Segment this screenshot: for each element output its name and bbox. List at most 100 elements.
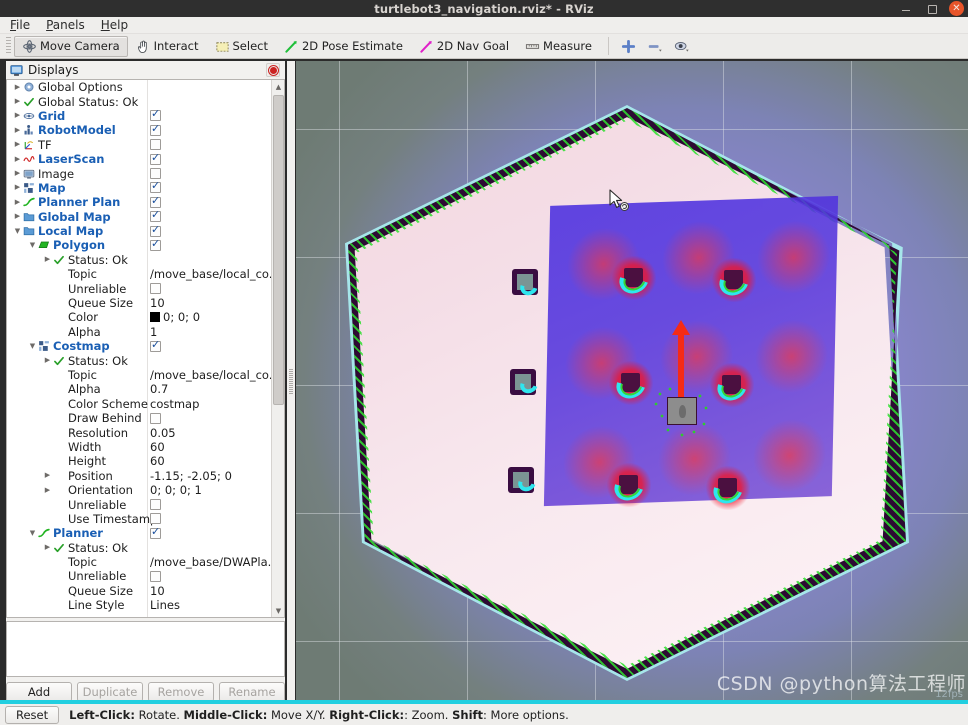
tree-item-checkbox[interactable] [150, 123, 161, 136]
tree-item-value[interactable]: 10 [150, 584, 165, 598]
tree-item-checkbox[interactable] [150, 513, 161, 525]
tree-row-status-ok[interactable]: ▶ Status: Ok [7, 253, 271, 267]
tree-item-value[interactable]: 10 [150, 296, 165, 310]
tree-row-map[interactable]: ▶ Map [7, 180, 271, 195]
tree-item-value[interactable]: -1.15; -2.05; 0 [150, 469, 232, 483]
chevron-right-icon[interactable]: ▶ [43, 486, 52, 494]
tree-row-queue-size[interactable]: Queue Size 10 [7, 296, 271, 310]
tree-row-status-ok[interactable]: ▶ Status: Ok [7, 541, 271, 555]
tree-row-grid[interactable]: ▶ Grid [7, 108, 271, 123]
tree-row-unreliable[interactable]: Unreliable [7, 497, 271, 512]
plus-icon[interactable] [621, 39, 636, 54]
chevron-right-icon[interactable]: ▶ [13, 98, 22, 105]
tree-item-checkbox[interactable] [150, 224, 161, 237]
tree-row-color-scheme[interactable]: Color Scheme costmap [7, 397, 271, 411]
tree-row-robotmodel[interactable]: ▶ RobotModel [7, 123, 271, 137]
add-button[interactable]: Add [6, 682, 72, 702]
chevron-right-icon[interactable]: ▶ [13, 170, 22, 177]
tree-item-checkbox[interactable] [150, 108, 161, 122]
close-displays-panel-button[interactable] [266, 63, 280, 77]
tree-row-planner-plan[interactable]: ▶ Planner Plan [7, 195, 271, 209]
tree-row-alpha[interactable]: Alpha 0.7 [7, 382, 271, 396]
render-viewport[interactable]: CSDN @python算法工程师 12fps [296, 61, 968, 702]
tree-item-value[interactable]: 0; 0; 0; 1 [150, 483, 202, 497]
tree-row-color[interactable]: Color 0; 0; 0 [7, 310, 271, 324]
tree-row-local-map[interactable]: ▼ Local Map [7, 224, 271, 238]
tree-item-checkbox[interactable] [150, 168, 161, 180]
tree-item-value[interactable]: 60 [150, 454, 165, 468]
tree-item-checkbox[interactable] [150, 499, 161, 511]
tree-item-checkbox[interactable] [150, 180, 161, 194]
scroll-up-icon[interactable]: ▲ [272, 80, 284, 93]
close-window-button[interactable]: ✕ [949, 1, 964, 16]
tool-select[interactable]: Select [207, 36, 276, 57]
tree-item-checkbox[interactable] [150, 526, 161, 539]
tree-item-checkbox[interactable] [150, 195, 161, 208]
tree-row-global-options[interactable]: ▶ Global Options [7, 80, 271, 94]
chevron-down-icon[interactable]: ▼ [13, 227, 22, 235]
displays-tree[interactable]: ▶ Global Options ▶ Global Status: Ok ▶ Grid ▶ R… [7, 80, 271, 617]
tree-item-value[interactable]: /move_base/local_co... [150, 267, 271, 281]
menu-file[interactable]: FFileile [10, 18, 30, 32]
tree-item-checkbox[interactable] [150, 139, 161, 151]
tree-item-value[interactable]: 60 [150, 440, 165, 454]
toolbar-drag-handle[interactable] [6, 37, 11, 55]
tree-row-global-status-ok[interactable]: ▶ Global Status: Ok [7, 94, 271, 109]
panel-splitter[interactable] [287, 61, 295, 702]
tree-item-color-value[interactable]: 0; 0; 0 [150, 310, 200, 324]
chevron-right-icon[interactable]: ▶ [13, 141, 22, 148]
focus-camera-icon[interactable] [674, 39, 690, 54]
chevron-right-icon[interactable]: ▶ [43, 472, 52, 479]
tree-row-topic[interactable]: Topic/move_base/DWAPla... [7, 555, 271, 569]
chevron-right-icon[interactable]: ▶ [13, 112, 22, 119]
reset-button[interactable]: Reset [5, 705, 60, 724]
tool-2d-nav-goal[interactable]: 2D Nav Goal [411, 36, 517, 57]
tree-row-height[interactable]: Height 60 [7, 454, 271, 468]
chevron-right-icon[interactable]: ▶ [13, 198, 22, 206]
tree-row-status-ok[interactable]: ▶ Status: Ok [7, 353, 271, 368]
tool-2d-pose-estimate[interactable]: 2D Pose Estimate [276, 36, 411, 57]
tree-row-orientation[interactable]: ▶ Orientation 0; 0; 0; 1 [7, 483, 271, 497]
chevron-right-icon[interactable]: ▶ [43, 256, 52, 263]
tree-row-polygon[interactable]: ▼ Polygon [7, 238, 271, 252]
tool-measure[interactable]: Measure [517, 36, 600, 57]
tree-row-costmap[interactable]: ▼ Costmap [7, 339, 271, 353]
tree-row-topic[interactable]: Topic/move_base/local_co... [7, 267, 271, 281]
tree-row-topic[interactable]: Topic/move_base/local_co... [7, 368, 271, 382]
tree-item-value[interactable]: 1 [150, 325, 157, 339]
menu-help[interactable]: Help [101, 18, 128, 32]
menu-panels[interactable]: Panels [46, 18, 85, 32]
tree-row-image[interactable]: ▶ Image [7, 166, 271, 181]
scrollbar-thumb[interactable] [273, 95, 284, 405]
displays-tree-scrollbar[interactable]: ▲ ▼ [271, 80, 284, 617]
tree-item-value[interactable]: Lines [150, 598, 180, 612]
tree-item-checkbox[interactable] [150, 570, 161, 582]
chevron-down-icon[interactable]: ▼ [28, 342, 37, 350]
maximize-button[interactable] [924, 2, 938, 16]
tree-row-use-timestamp[interactable]: Use Timestamp [7, 512, 271, 526]
tree-item-checkbox[interactable] [150, 339, 161, 352]
tree-row-planner[interactable]: ▼ Planner [7, 526, 271, 540]
tree-row-laserscan[interactable]: ▶ LaserScan [7, 152, 271, 166]
tree-row-line-style[interactable]: Line Style Lines [7, 598, 271, 612]
minimize-button[interactable] [899, 2, 913, 16]
tree-item-checkbox[interactable] [150, 238, 161, 251]
tool-interact[interactable]: Interact [128, 36, 207, 57]
tree-item-value[interactable]: 0.7 [150, 382, 168, 396]
tool-move-camera[interactable]: Move Camera [14, 35, 128, 57]
tree-row-position[interactable]: ▶ Position -1.15; -2.05; 0 [7, 469, 271, 483]
tree-item-value[interactable]: 0.05 [150, 426, 176, 440]
minus-icon[interactable] [647, 39, 663, 54]
chevron-right-icon[interactable]: ▶ [13, 83, 22, 91]
tree-item-value[interactable]: /move_base/local_co... [150, 368, 271, 382]
tree-item-checkbox[interactable] [150, 283, 161, 295]
chevron-right-icon[interactable]: ▶ [13, 155, 22, 163]
chevron-down-icon[interactable]: ▼ [28, 241, 37, 249]
tree-row-width[interactable]: Width 60 [7, 440, 271, 454]
chevron-right-icon[interactable]: ▶ [43, 544, 52, 551]
chevron-right-icon[interactable]: ▶ [13, 184, 22, 191]
tree-row-resolution[interactable]: Resolution 0.05 [7, 425, 271, 440]
tree-row-queue-size[interactable]: Queue Size 10 [7, 584, 271, 598]
tree-row-unreliable[interactable]: Unreliable [7, 569, 271, 583]
tree-row-draw-behind[interactable]: Draw Behind [7, 411, 271, 425]
